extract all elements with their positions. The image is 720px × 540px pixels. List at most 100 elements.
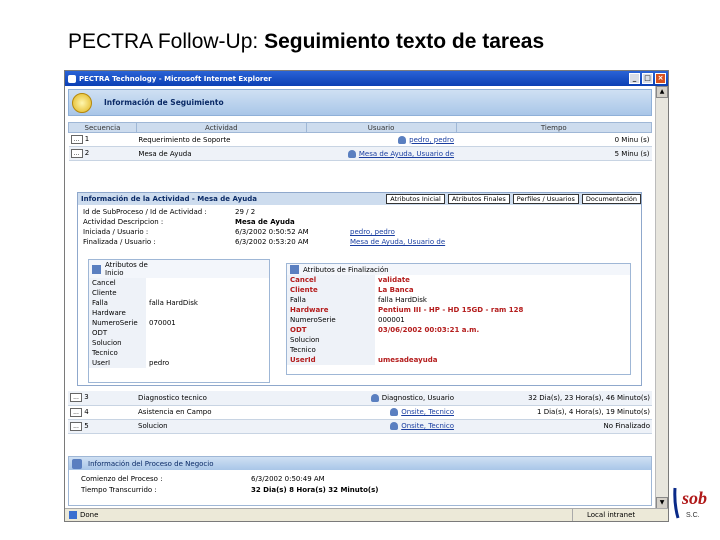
attr-label: Tecnico xyxy=(287,345,375,355)
table-row[interactable]: ... 2 Mesa de Ayuda Mesa de Ayuda, Usuar… xyxy=(68,146,652,161)
user-icon xyxy=(390,422,399,430)
company-logo: sob S.C. xyxy=(672,484,714,524)
attr-label: UserI xyxy=(89,358,146,368)
attributes-fin-table: Cancel validate Cliente La Banca Falla fall… xyxy=(287,275,526,365)
tab-atributos-inicial[interactable]: Atributos Inicial xyxy=(386,194,445,204)
row-seq: 4 xyxy=(84,407,89,416)
attr-value: falla HardDisk xyxy=(378,296,427,304)
minimize-button[interactable]: _ xyxy=(629,73,640,84)
row-detail-button[interactable]: ... xyxy=(70,421,82,431)
detail-field: Iniciada / Usuario : 6/3/2002 0:50:52 AM… xyxy=(81,227,628,237)
row-seq: 1 xyxy=(84,135,90,143)
field-value: 29 / 2 xyxy=(235,208,256,216)
slide-title-prefix: PECTRA Follow-Up: xyxy=(68,30,259,53)
attributes-init-table: Cancel Cliente Falla falla HardDisk Hardw… xyxy=(89,278,201,368)
row-user: Diagnostico, Usuario xyxy=(381,393,454,402)
detail-field: Finalizada / Usuario : 6/3/2002 0:53:20 … xyxy=(81,237,628,247)
detail-field: Actividad Descripcion : Mesa de Ayuda xyxy=(81,217,628,227)
attr-value: La Banca xyxy=(378,286,414,294)
attr-value xyxy=(146,348,201,358)
attr-label: Cliente xyxy=(89,288,146,298)
detail-field: Id de SubProceso / Id de Actividad : 29 … xyxy=(81,207,628,217)
process-header: Información del Proceso de Negocio xyxy=(69,457,651,470)
row-detail-button[interactable]: ... xyxy=(70,149,83,158)
field-user-link[interactable]: Mesa de Ayuda, Usuario de xyxy=(350,238,445,246)
slide-title-bold: Seguimiento texto de tareas xyxy=(264,30,545,53)
security-zone: Local intranet xyxy=(572,509,668,521)
col-tiempo: Tiempo xyxy=(455,122,653,133)
detail-title: Información de la Actividad - Mesa de Ay… xyxy=(81,195,257,203)
row-detail-button[interactable]: ... xyxy=(70,135,83,144)
field-key: Iniciada / Usuario : xyxy=(83,228,149,236)
attr-value xyxy=(375,345,526,355)
attr-row: Falla falla HardDisk xyxy=(89,298,201,308)
process-info-panel: Información del Proceso de Negocio Comie… xyxy=(68,456,652,506)
attr-row: ODT 03/06/2002 00:03:21 a.m. xyxy=(287,325,526,335)
attr-label: NumeroSerie xyxy=(287,315,375,325)
page-content: Información de Seguimiento Secuencia Act… xyxy=(65,86,657,509)
process-fields: Comienzo del Proceso : 6/3/2002 0:50:49 … xyxy=(79,473,381,495)
attr-row: Falla falla HardDisk xyxy=(287,295,526,305)
attr-row: Cancel validate xyxy=(287,275,526,285)
logo-subtext: S.C. xyxy=(686,512,700,519)
attr-label: Hardware xyxy=(89,308,146,318)
tab-documentacion[interactable]: Documentación xyxy=(581,194,641,204)
scroll-up-icon[interactable]: ▲ xyxy=(656,86,668,98)
field-user-link[interactable]: pedro, pedro xyxy=(350,228,395,236)
attributes-icon xyxy=(92,264,101,274)
row-detail-button[interactable]: ... xyxy=(70,393,82,403)
attr-value xyxy=(146,288,201,298)
activity-table-top: Secuencia Actividad Usuario Tiempo ... 1… xyxy=(68,122,653,161)
logo-text: sob xyxy=(682,488,708,508)
process-value: 32 Dia(s) 8 Hora(s) 32 Minuto(s) xyxy=(251,485,379,494)
field-key: Id de SubProceso / Id de Actividad : xyxy=(83,208,207,216)
tab-perfiles-usuarios[interactable]: Perfiles / Usuarios xyxy=(512,194,579,204)
tab-atributos-finales[interactable]: Atributos Finales xyxy=(447,194,510,204)
attr-row: Tecnico xyxy=(287,345,526,355)
field-value: 6/3/2002 0:53:20 AM xyxy=(235,238,309,246)
table-row[interactable]: ... 5 Solucion Onsite, Tecnico No Finali… xyxy=(68,419,652,434)
attr-row: Solucion xyxy=(89,338,201,348)
row-activity: Requerimiento de Soporte xyxy=(136,132,307,147)
row-time: 5 Minu (s) xyxy=(456,146,652,161)
user-icon xyxy=(370,393,379,402)
table-row[interactable]: ... 1 Requerimiento de Soporte pedro, pe… xyxy=(68,132,652,147)
attr-label: Hardware xyxy=(287,305,375,315)
row-user-link[interactable]: Mesa de Ayuda, Usuario de xyxy=(359,150,454,158)
attr-value: Pentium III - HP - HD 15GD - ram 128 xyxy=(378,306,524,314)
row-time: 32 Dia(s), 23 Hora(s), 46 Minuto(s) xyxy=(456,391,652,406)
attr-value xyxy=(146,278,201,288)
process-value: 6/3/2002 0:50:49 AM xyxy=(251,474,325,483)
table-row[interactable]: ... 3 Diagnostico tecnico Diagnostico, U… xyxy=(68,391,652,406)
field-value: Mesa de Ayuda xyxy=(235,218,295,226)
row-user-link[interactable]: pedro, pedro xyxy=(409,136,454,144)
vertical-scrollbar[interactable]: ▲ ▼ xyxy=(655,86,668,509)
page-icon xyxy=(69,511,77,519)
attr-row: Hardware Pentium III - HP - HD 15GD - ram… xyxy=(287,305,526,315)
attr-row: Tecnico xyxy=(89,348,201,358)
detail-header: Información de la Actividad - Mesa de Ay… xyxy=(78,193,641,205)
field-value: 6/3/2002 0:50:52 AM xyxy=(235,228,309,236)
row-user-link[interactable]: Onsite, Tecnico xyxy=(401,408,454,416)
attr-value xyxy=(146,328,201,338)
slide-title: PECTRA Follow-Up: Seguimiento texto de t… xyxy=(68,30,544,54)
row-user-link[interactable]: Onsite, Tecnico xyxy=(401,422,454,430)
tracking-icon xyxy=(72,92,92,113)
window-titlebar: PECTRA Technology - Microsoft Internet E… xyxy=(65,71,668,86)
ie-icon xyxy=(68,74,76,83)
field-key: Actividad Descripcion : xyxy=(83,218,164,226)
attributes-fin-title: Atributos de Finalización xyxy=(303,265,389,274)
close-button[interactable]: × xyxy=(655,73,666,84)
attributes-icon xyxy=(290,265,299,274)
attr-value: 070001 xyxy=(149,319,176,327)
table-row[interactable]: ... 4 Asistencia en Campo Onsite, Tecnic… xyxy=(68,405,652,420)
window-title: PECTRA Technology - Microsoft Internet E… xyxy=(79,74,272,83)
attr-row: Cliente La Banca xyxy=(287,285,526,295)
attributes-init-panel: Atributos de Inicio Cancel Cliente Falla f… xyxy=(88,259,270,383)
row-detail-button[interactable]: ... xyxy=(70,407,82,417)
process-key: Comienzo del Proceso : xyxy=(81,474,163,483)
maximize-button[interactable]: □ xyxy=(642,73,653,84)
attr-row: Hardware xyxy=(89,308,201,318)
row-activity: Asistencia en Campo xyxy=(136,405,306,420)
attr-label: ODT xyxy=(287,325,375,335)
